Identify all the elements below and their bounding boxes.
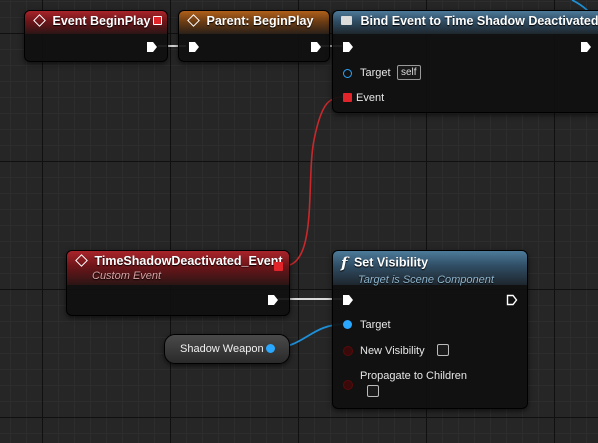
event-beginplay-node[interactable]: Event BeginPlay xyxy=(24,10,168,62)
set-visibility-title: Set Visibility xyxy=(353,255,429,270)
parent-beginplay-title: Parent: BeginPlay xyxy=(206,14,314,28)
custom-event-node[interactable]: TimeShadowDeactivated_Event Custom Event xyxy=(66,250,290,316)
event-beginplay-header: Event BeginPlay xyxy=(25,11,167,34)
propagate-to-children-pin[interactable] xyxy=(343,380,353,390)
set-visibility-subtitle: Target is Scene Component xyxy=(358,274,494,286)
propagate-to-children-label: Propagate to Children xyxy=(360,370,468,382)
event-diamond-icon xyxy=(33,14,46,28)
exec-output-pin-unconnected[interactable] xyxy=(506,294,518,306)
exec-input-pin[interactable] xyxy=(188,41,200,53)
bind-delegate-icon xyxy=(341,16,352,26)
shadow-weapon-variable-node[interactable]: Shadow Weapon xyxy=(164,334,290,364)
bind-event-title: Bind Event to Time Shadow Deactivated xyxy=(360,14,598,28)
event-beginplay-title: Event BeginPlay xyxy=(52,14,151,28)
target-pin-label: Target xyxy=(360,67,391,79)
propagate-to-children-checkbox[interactable] xyxy=(367,385,379,397)
target-pin-label: Target xyxy=(360,319,391,331)
parent-beginplay-node[interactable]: Parent: BeginPlay xyxy=(178,10,330,62)
new-visibility-checkbox[interactable] xyxy=(437,344,449,356)
shadow-weapon-label: Shadow Weapon xyxy=(180,343,264,355)
set-visibility-header: f Set Visibility Target is Scene Compone… xyxy=(333,251,527,286)
exec-output-pin[interactable] xyxy=(146,41,158,53)
exec-output-pin[interactable] xyxy=(267,294,279,306)
new-visibility-pin[interactable] xyxy=(343,346,353,356)
delegate-output-pin[interactable] xyxy=(153,16,162,25)
event-diamond-icon xyxy=(75,254,88,268)
delegate-wire xyxy=(283,96,347,267)
exec-input-pin[interactable] xyxy=(342,294,354,306)
custom-event-subtitle: Custom Event xyxy=(92,270,162,282)
bind-event-header: Bind Event to Time Shadow Deactivated xyxy=(333,11,598,34)
function-f-icon: f xyxy=(341,254,348,272)
exec-output-pin[interactable] xyxy=(310,41,322,53)
delegate-output-pin[interactable] xyxy=(274,262,283,271)
event-diamond-icon xyxy=(187,14,200,28)
set-visibility-node[interactable]: f Set Visibility Target is Scene Compone… xyxy=(332,250,528,409)
exec-input-pin[interactable] xyxy=(342,41,354,53)
event-delegate-input-pin[interactable] xyxy=(343,93,352,102)
target-input-pin[interactable] xyxy=(343,320,352,329)
target-self-default[interactable]: self xyxy=(397,65,421,80)
bind-event-node[interactable]: Bind Event to Time Shadow Deactivated Ta… xyxy=(332,10,598,113)
custom-event-header: TimeShadowDeactivated_Event Custom Event xyxy=(67,251,289,285)
event-pin-label: Event xyxy=(356,92,385,104)
parent-beginplay-header: Parent: BeginPlay xyxy=(179,11,329,34)
exec-output-pin[interactable] xyxy=(580,41,592,53)
target-input-pin[interactable] xyxy=(343,69,352,78)
shadow-weapon-output-pin[interactable] xyxy=(266,344,275,353)
new-visibility-label: New Visibility xyxy=(360,345,425,357)
custom-event-title: TimeShadowDeactivated_Event xyxy=(94,254,283,268)
